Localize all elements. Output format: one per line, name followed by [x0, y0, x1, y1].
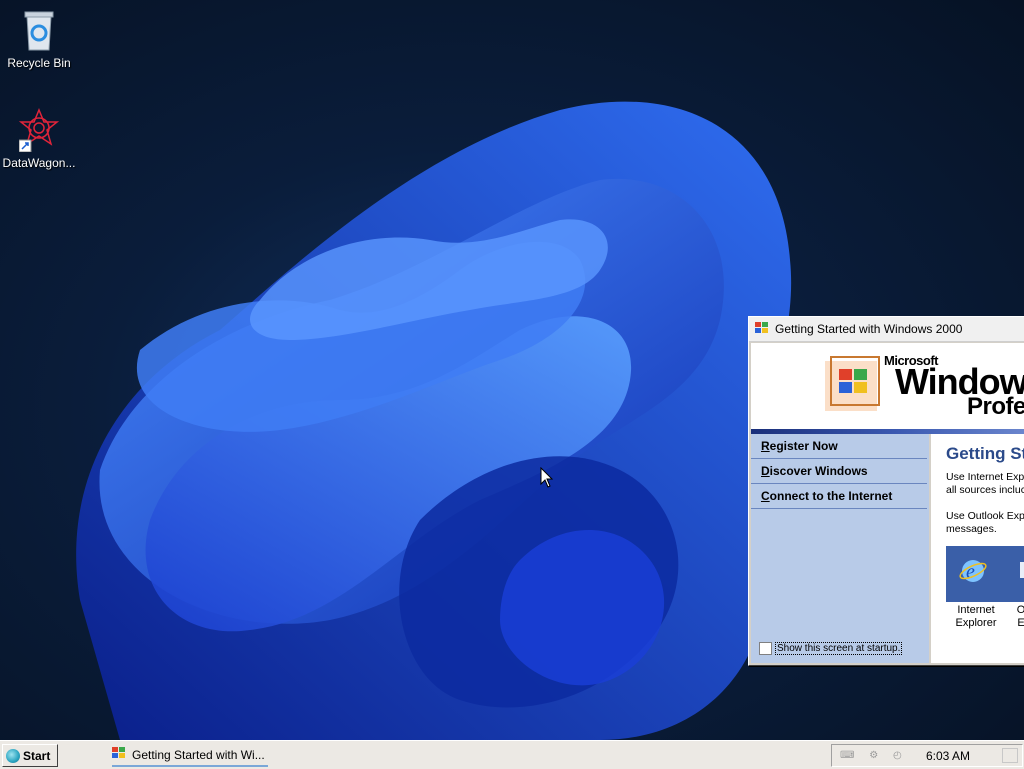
- link-connect-internet[interactable]: Connect to the Internet: [751, 484, 927, 509]
- startup-checkbox[interactable]: [759, 642, 772, 655]
- windows-flag-icon: [112, 747, 126, 762]
- startup-checkbox-label[interactable]: Show this screen at startup.: [775, 642, 903, 655]
- content-panel: Getting St Use Internet Exp all sources …: [931, 434, 1024, 663]
- content-text: Use Internet Exp: [946, 471, 1024, 483]
- internet-explorer-icon[interactable]: e: [958, 556, 988, 586]
- desktop[interactable]: Recycle Bin DataWagon... Getting Started…: [0, 0, 1024, 740]
- windows-logo-icon: [825, 356, 880, 411]
- startup-checkbox-row[interactable]: Show this screen at startup.: [759, 642, 903, 655]
- outlook-express-icon[interactable]: [1020, 560, 1024, 582]
- recycle-bin-icon: [19, 8, 59, 52]
- start-icon: [6, 748, 20, 763]
- taskbar: Start Getting Started with Wi... ⌨ ⚙ ◴ ♪…: [0, 740, 1024, 769]
- navigation-panel: Register Now Discover Windows Connect to…: [751, 434, 929, 663]
- show-desktop-button[interactable]: [1002, 748, 1018, 763]
- taskbar-item-label: Getting Started with Wi...: [132, 747, 265, 762]
- tray-icons[interactable]: ⌨ ⚙ ◴ ♪: [840, 750, 912, 761]
- window-title: Getting Started with Windows 2000: [775, 322, 963, 336]
- system-tray: ⌨ ⚙ ◴ ♪ 6:03 AM: [831, 744, 1023, 767]
- content-heading: Getting St: [946, 444, 1024, 463]
- start-button[interactable]: Start: [2, 744, 58, 767]
- mouse-cursor-icon: [540, 467, 554, 488]
- taskbar-item-getting-started[interactable]: Getting Started with Wi...: [112, 744, 268, 767]
- app-tiles: e: [946, 546, 1024, 602]
- window-title-bar[interactable]: Getting Started with Windows 2000: [749, 317, 1024, 342]
- clock[interactable]: 6:03 AM: [926, 749, 970, 763]
- app-label-ie[interactable]: Internet Explorer: [946, 604, 1006, 630]
- desktop-icon-datawagon[interactable]: DataWagon...: [1, 108, 77, 170]
- content-text: all sources incluc: [946, 484, 1024, 496]
- datawagon-shortcut-icon: [18, 108, 60, 153]
- windows-2000-banner: Microsoft Window Profe: [751, 343, 1024, 429]
- desktop-icon-recycle-bin[interactable]: Recycle Bin: [1, 8, 77, 70]
- svg-text:e: e: [966, 561, 975, 583]
- start-label: Start: [23, 748, 51, 763]
- banner-edition: Profe: [967, 393, 1024, 420]
- desktop-icon-label: Recycle Bin: [7, 56, 71, 70]
- windows-flag-icon: [755, 321, 769, 337]
- getting-started-window[interactable]: Getting Started with Windows 2000 Micros…: [748, 316, 1024, 666]
- content-text: Use Outlook Exp: [946, 510, 1024, 522]
- link-register-now[interactable]: Register Now: [751, 434, 927, 459]
- desktop-icon-label: DataWagon...: [2, 156, 76, 170]
- link-discover-windows[interactable]: Discover Windows: [751, 459, 927, 484]
- content-text: messages.: [946, 523, 997, 535]
- app-label-oe[interactable]: O E: [1015, 604, 1024, 630]
